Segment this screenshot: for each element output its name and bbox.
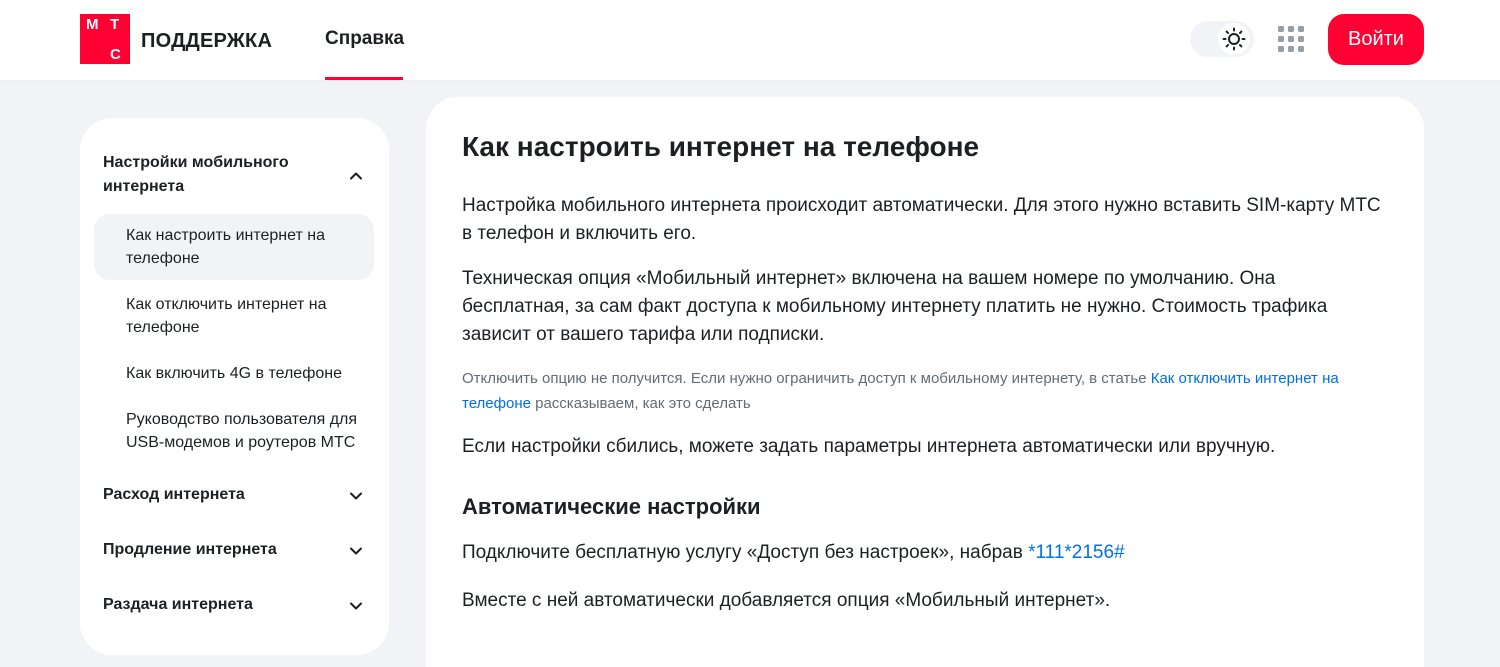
article-paragraph-5: Вместе с ней автоматически добавляется о… — [462, 590, 1111, 611]
login-button[interactable]: Войти — [1328, 14, 1424, 65]
article-title: Как настроить интернет на телефоне — [462, 131, 980, 162]
mts-logo[interactable]: М Т С — [80, 14, 130, 64]
section-subtitle: Автоматические настройки — [462, 494, 761, 519]
sidebar-section-settings[interactable]: Настройки мобильного интернета — [103, 151, 323, 199]
sidebar-item-usb-modem-guide[interactable]: Руководство пользователя для USB-модемов… — [94, 398, 374, 464]
note-text-end: рассказываем, как это сделать — [530, 395, 751, 412]
article-note: Отключить опцию не получится. Если нужно… — [462, 366, 1362, 416]
article-paragraph-1: Настройка мобильного интернета происходи… — [462, 195, 1381, 244]
top-header: М Т С ПОДДЕРЖКА Справка Войти — [0, 0, 1500, 80]
note-text: Отключить опцию не получится. Если нужно… — [462, 370, 1151, 387]
theme-toggle[interactable] — [1190, 21, 1254, 57]
paragraph-4-text: Подключите бесплатную услугу «Доступ без… — [462, 542, 1029, 563]
sun-icon — [1218, 23, 1250, 55]
sidebar-item-setup-internet[interactable]: Как настроить интернет на телефоне — [94, 214, 374, 280]
sidebar-section-sharing[interactable]: Раздача интернета — [103, 593, 253, 617]
sidebar-section-extension[interactable]: Продление интернета — [103, 538, 277, 562]
chevron-down-icon[interactable] — [349, 599, 363, 613]
article-card: Как настроить интернет на телефоне Настр… — [426, 97, 1424, 667]
sidebar-section-usage[interactable]: Расход интернета — [103, 483, 245, 507]
active-tab-indicator — [325, 77, 403, 80]
chevron-down-icon[interactable] — [349, 489, 363, 503]
article-paragraph-4: Подключите бесплатную услугу «Доступ без… — [462, 539, 1382, 567]
logo-letter-t: Т — [110, 16, 120, 33]
nav-tab-help[interactable]: Справка — [325, 28, 404, 50]
sidebar-nav: Настройки мобильного интернета Как настр… — [80, 118, 389, 655]
grid-icon[interactable] — [1278, 26, 1304, 52]
sidebar-item-disable-internet[interactable]: Как отключить интернет на телефоне — [94, 283, 374, 349]
chevron-up-icon[interactable] — [349, 169, 363, 183]
sidebar-item-enable-4g[interactable]: Как включить 4G в телефоне — [94, 352, 374, 395]
logo-letter-m: М — [86, 16, 99, 33]
ussd-code-link[interactable]: *111*2156# — [1028, 542, 1125, 563]
article-paragraph-2: Техническая опция «Мобильный интернет» в… — [462, 268, 1328, 345]
chevron-down-icon[interactable] — [349, 544, 363, 558]
brand-title[interactable]: ПОДДЕРЖКА — [141, 30, 272, 53]
article-paragraph-3: Если настройки сбились, можете задать па… — [462, 436, 1276, 457]
logo-letter-s: С — [110, 46, 121, 63]
